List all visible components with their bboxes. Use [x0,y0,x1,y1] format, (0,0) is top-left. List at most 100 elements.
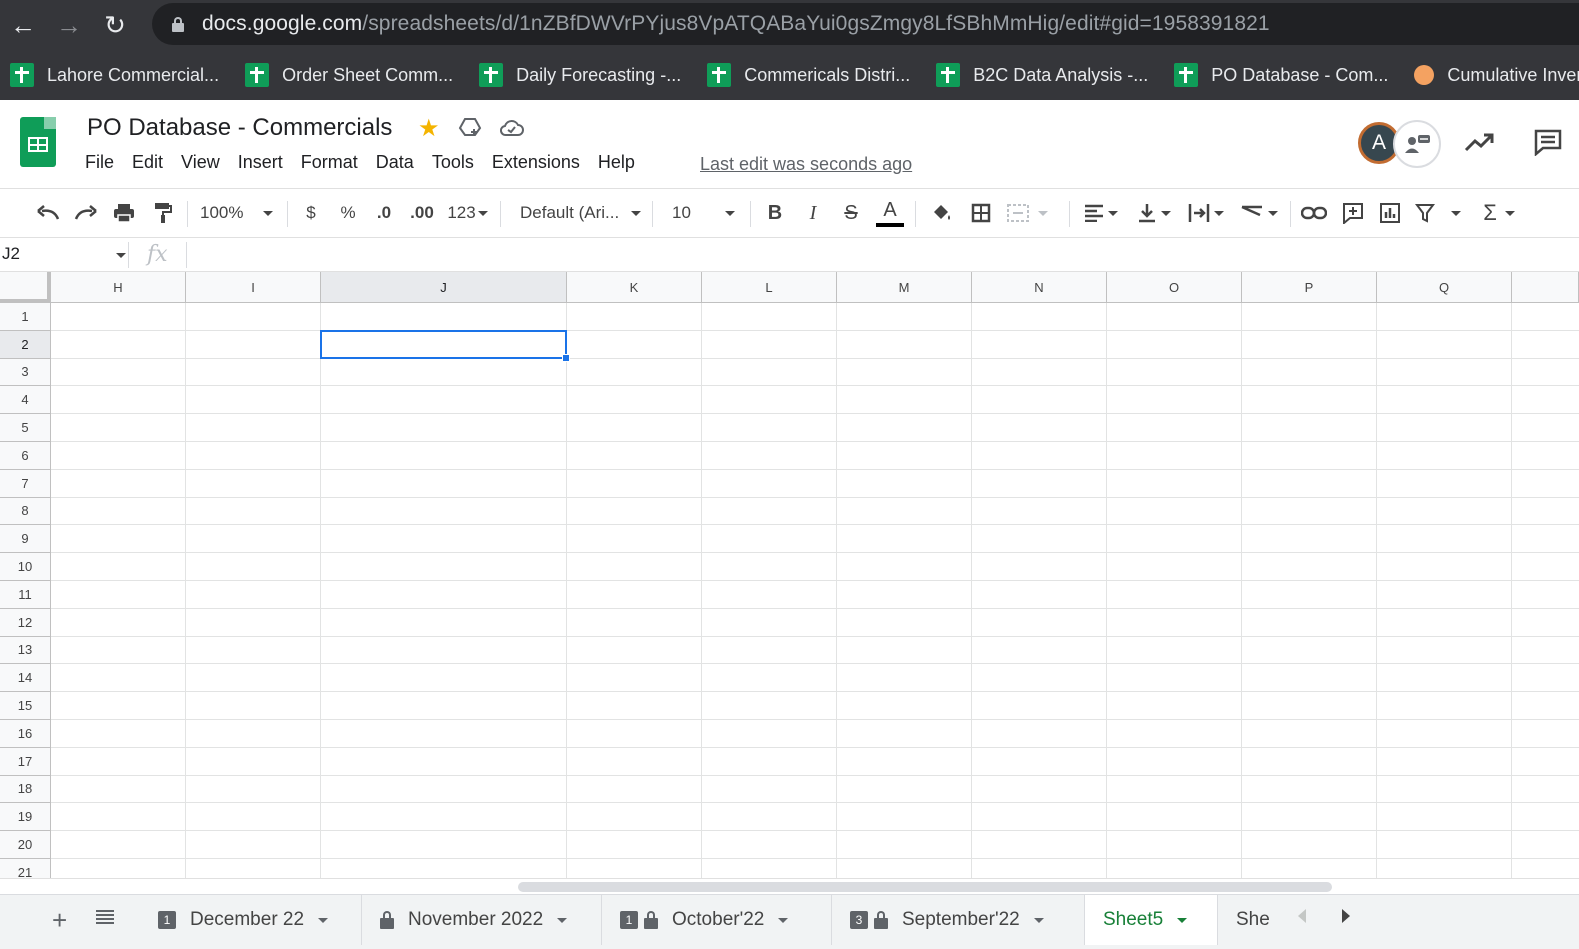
column-header-j[interactable]: J [321,272,567,303]
column-header-q[interactable]: Q [1377,272,1512,303]
horizontal-align-icon[interactable] [1080,189,1122,237]
menu-data[interactable]: Data [367,152,423,173]
font-size-select[interactable]: 10 [672,189,742,237]
move-to-drive-icon[interactable] [458,117,482,137]
tab-menu-caret-icon[interactable] [778,917,789,923]
insert-link-icon[interactable] [1300,189,1328,237]
row-header-16[interactable]: 16 [0,720,51,748]
column-header-i[interactable]: I [186,272,321,303]
undo-icon[interactable] [34,189,62,237]
paint-format-icon[interactable] [149,189,177,237]
row-header-20[interactable]: 20 [0,831,51,859]
row-header-3[interactable]: 3 [0,358,51,387]
add-sheet-icon[interactable]: + [52,905,67,936]
row-header-8[interactable]: 8 [0,497,51,526]
tab-menu-caret-icon[interactable] [1033,917,1044,923]
sheet-tab[interactable]: Sheet5 [1085,895,1218,945]
address-bar[interactable]: docs.google.com/spreadsheets/d/1nZBfDWVr… [152,3,1579,45]
row-header-21[interactable]: 21 [0,859,51,880]
borders-icon[interactable] [968,189,994,237]
selected-cell[interactable] [320,329,567,359]
url-text[interactable]: docs.google.com/spreadsheets/d/1nZBfDWVr… [202,12,1270,36]
italic-button[interactable]: I [800,189,826,237]
sheet-tab[interactable]: 3 September'22 [832,895,1085,945]
last-edit-link[interactable]: Last edit was seconds ago [700,154,912,175]
horizontal-scrollbar[interactable] [0,878,1579,894]
row-header-11[interactable]: 11 [0,581,51,609]
row-header-6[interactable]: 6 [0,442,51,470]
column-header-n[interactable]: N [972,272,1107,303]
redo-icon[interactable] [72,189,100,237]
menu-format[interactable]: Format [292,152,367,173]
font-family-select[interactable]: Default (Ari... [520,189,642,237]
insert-chart-icon[interactable] [1377,189,1403,237]
row-header-1[interactable]: 1 [0,303,51,331]
functions-button[interactable]: Σ [1478,189,1520,237]
sheets-logo-icon[interactable] [20,117,56,167]
vertical-align-icon[interactable] [1132,189,1176,237]
star-icon[interactable]: ★ [418,114,440,143]
column-header-o[interactable]: O [1107,272,1242,303]
reload-icon[interactable]: ↻ [92,2,138,48]
fill-handle[interactable] [562,353,570,362]
bookmark-item[interactable]: Lahore Commercial... [10,63,219,87]
currency-format-button[interactable]: $ [300,189,322,237]
increase-decimals-button[interactable]: .00 [406,189,438,237]
column-header-l[interactable]: L [702,272,837,303]
merge-cells-icon[interactable] [1006,189,1056,237]
decrease-decimals-button[interactable]: .0 [370,189,398,237]
menu-edit[interactable]: Edit [123,152,172,173]
percent-format-button[interactable]: % [337,189,359,237]
row-header-17[interactable]: 17 [0,747,51,776]
sheet-tab[interactable]: November 2022 [362,895,602,945]
scroll-tabs-left-icon[interactable] [1298,909,1306,923]
row-header-4[interactable]: 4 [0,386,51,415]
row-header-2[interactable]: 2 [0,330,51,359]
bookmark-item[interactable]: Daily Forecasting -... [479,63,681,87]
row-header-12[interactable]: 12 [0,608,51,637]
comment-icon[interactable] [1533,128,1563,156]
name-box-dropdown-icon[interactable] [116,253,126,258]
sheet-tab[interactable]: 1 December 22 [140,895,362,945]
bookmark-item[interactable]: Order Sheet Comm... [245,63,453,87]
row-header-5[interactable]: 5 [0,414,51,442]
filter-icon[interactable] [1415,189,1469,237]
row-header-15[interactable]: 15 [0,692,51,720]
tab-menu-caret-icon[interactable] [557,917,568,923]
spreadsheet-grid[interactable]: H I J K L M N O P Q 1 2 3 4 5 6 7 8 9 10 11 12 13 14 15 16 17 18 19 2… [0,272,1579,880]
strikethrough-button[interactable]: S [838,189,864,237]
menu-tools[interactable]: Tools [423,152,483,173]
forward-icon[interactable]: → [46,2,92,48]
activity-trend-icon[interactable] [1463,130,1495,154]
fill-color-icon[interactable] [928,189,954,237]
bold-button[interactable]: B [762,189,788,237]
more-formats-button[interactable]: 123 [445,189,490,237]
bookmark-item[interactable]: B2C Data Analysis -... [936,63,1148,87]
insert-comment-icon[interactable] [1340,189,1366,237]
doc-title[interactable]: PO Database - Commercials [87,114,392,142]
print-icon[interactable] [110,189,138,237]
menu-view[interactable]: View [172,152,229,173]
tab-menu-caret-icon[interactable] [318,917,329,923]
row-header-10[interactable]: 10 [0,553,51,581]
menu-extensions[interactable]: Extensions [483,152,589,173]
menu-help[interactable]: Help [589,152,644,173]
scroll-tabs-right-icon[interactable] [1342,909,1350,923]
row-header-13[interactable]: 13 [0,636,51,665]
formula-input[interactable] [196,244,1566,266]
row-header-7[interactable]: 7 [0,469,51,498]
name-box[interactable]: J2 [2,244,20,264]
column-header-p[interactable]: P [1242,272,1377,303]
column-header-k[interactable]: K [567,272,702,303]
cloud-saved-icon[interactable] [500,119,524,137]
share-people-icon[interactable] [1393,120,1441,168]
column-header-m[interactable]: M [837,272,972,303]
tab-menu-caret-icon[interactable] [1177,917,1188,923]
row-header-18[interactable]: 18 [0,775,51,804]
column-header-h[interactable]: H [51,272,186,303]
select-all-corner[interactable] [0,272,51,303]
sheet-tab[interactable]: 1 October'22 [602,895,832,945]
text-rotation-icon[interactable] [1236,189,1282,237]
zoom-select[interactable]: 100% [200,189,280,237]
bookmark-item[interactable]: PO Database - Com... [1174,63,1388,87]
